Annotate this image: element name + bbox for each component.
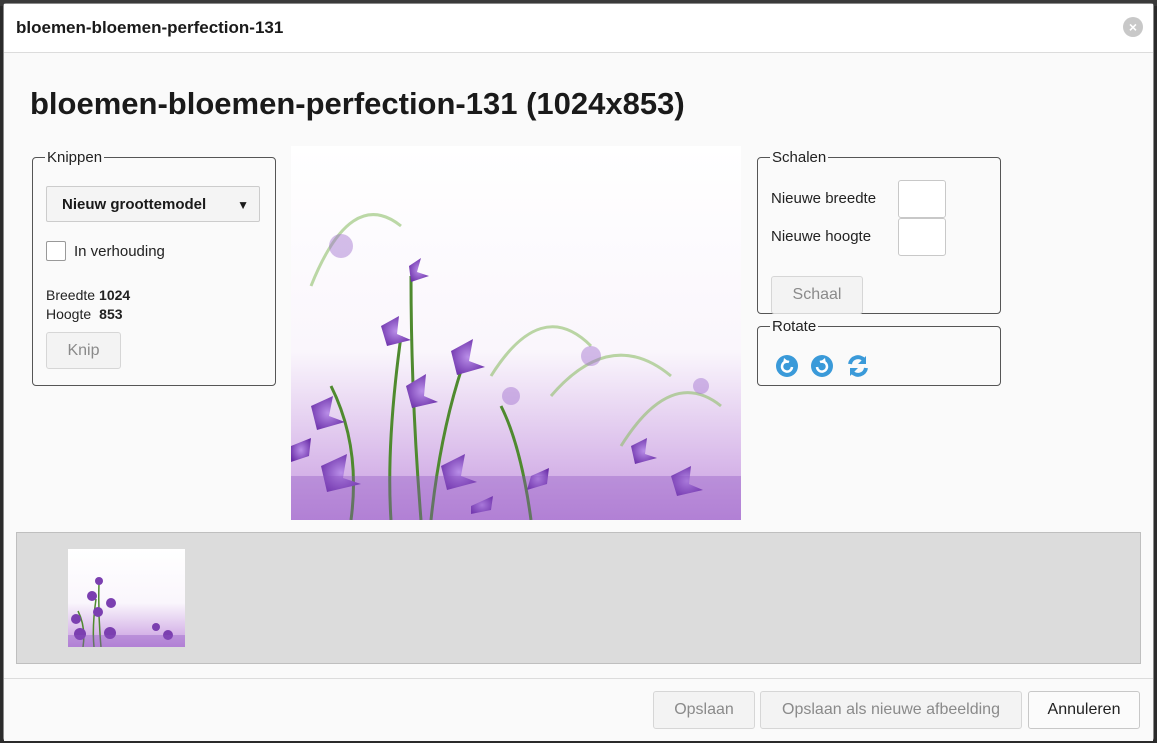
new-width-input[interactable]: [898, 180, 946, 218]
image-editor-dialog: bloemen-bloemen-perfection-131 × bloemen…: [3, 3, 1154, 741]
rotate-left-icon[interactable]: [775, 354, 799, 378]
schalen-panel: Schalen Nieuwe breedte Nieuwe hoogte Sch…: [757, 149, 1001, 314]
crop-size-select[interactable]: Nieuw groottemodel ▼: [46, 186, 260, 222]
editor-image[interactable]: [291, 146, 741, 520]
save-as-new-button[interactable]: Opslaan als nieuwe afbeelding: [760, 691, 1022, 729]
new-width-label: Nieuwe breedte: [771, 190, 877, 207]
thumbnail-strip: [16, 532, 1141, 664]
flip-icon[interactable]: [846, 354, 870, 378]
chevron-down-icon: ▼: [237, 198, 249, 212]
thumbnail-image[interactable]: [68, 549, 185, 647]
image-heading: bloemen-bloemen-perfection-131 (1024x853…: [30, 86, 685, 121]
dialog-footer: Opslaan Opslaan als nieuwe afbeelding An…: [4, 678, 1153, 741]
dialog-titlebar: bloemen-bloemen-perfection-131 ×: [4, 4, 1153, 53]
schalen-legend: Schalen: [772, 149, 827, 166]
width-info-value: 1024: [99, 287, 131, 303]
height-info-label: Hoogte: [46, 306, 92, 322]
knippen-panel: Knippen Nieuw groottemodel ▼ In verhoudi…: [32, 149, 276, 386]
dialog-title: bloemen-bloemen-perfection-131: [16, 18, 284, 37]
width-info-label: Breedte: [46, 287, 96, 303]
flowers-image: [291, 146, 741, 520]
scale-button[interactable]: Schaal: [771, 276, 863, 314]
width-info: Breedte 1024: [46, 287, 130, 303]
thumbnail-flowers: [68, 549, 185, 647]
knippen-legend: Knippen: [47, 149, 103, 166]
rotate-legend: Rotate: [772, 318, 817, 335]
close-icon[interactable]: ×: [1123, 17, 1143, 37]
save-button[interactable]: Opslaan: [653, 691, 755, 729]
keep-ratio-label: In verhouding: [74, 243, 165, 260]
height-info: Hoogte 853: [46, 306, 123, 322]
new-height-input[interactable]: [898, 218, 946, 256]
crop-button[interactable]: Knip: [46, 332, 121, 369]
rotate-right-icon[interactable]: [810, 354, 834, 378]
new-height-label: Nieuwe hoogte: [771, 228, 872, 245]
crop-size-select-value: Nieuw groottemodel: [62, 196, 207, 213]
rotate-panel: Rotate: [757, 318, 1001, 386]
cancel-button[interactable]: Annuleren: [1028, 691, 1140, 729]
keep-ratio-checkbox[interactable]: [46, 241, 66, 261]
height-info-value: 853: [99, 306, 123, 322]
